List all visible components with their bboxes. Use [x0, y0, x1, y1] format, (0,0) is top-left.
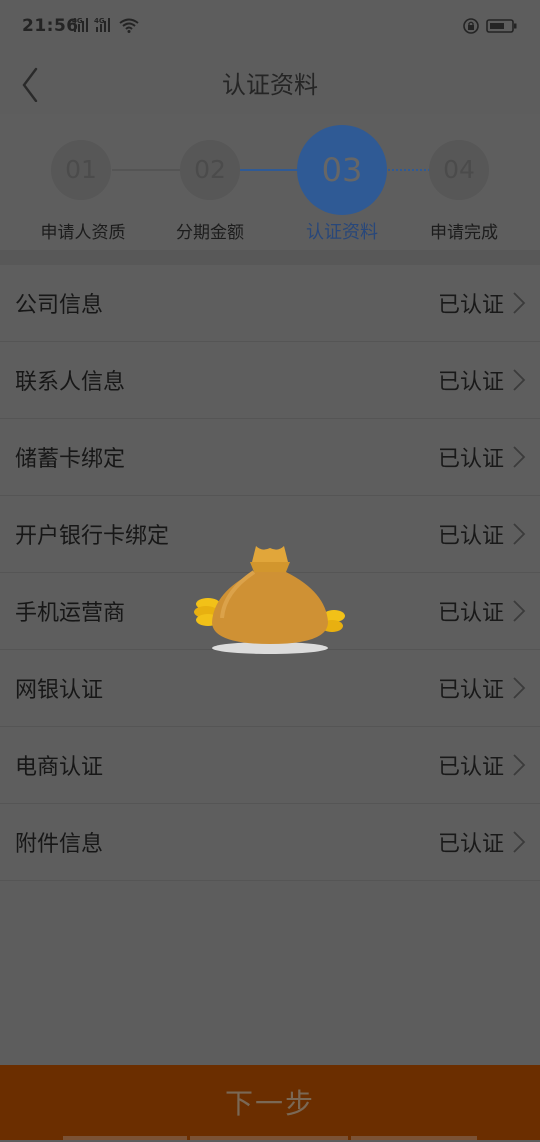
- step-1-number: 01: [65, 155, 97, 184]
- list-item-status: 已认证: [437, 832, 504, 857]
- list-item-label: 联系人信息: [15, 370, 126, 395]
- list-item-company-info[interactable]: 公司信息 已认证: [0, 265, 540, 342]
- chevron-right-icon: [513, 446, 526, 468]
- section-divider: [0, 250, 540, 265]
- list-item-label: 电商认证: [15, 755, 104, 780]
- list-item-status: 已认证: [437, 293, 504, 318]
- progress-stepper: 01 02 03 04 申请人资质 分期金额 认证资料 申请完成: [0, 114, 540, 250]
- nav-indicator: [63, 1136, 187, 1140]
- step-2-circle: 02: [180, 140, 240, 200]
- list-item-label: 附件信息: [15, 832, 104, 857]
- step-3-label: 认证资料: [306, 222, 378, 243]
- money-bag-icon: [194, 546, 345, 654]
- list-item-label: 公司信息: [15, 293, 104, 318]
- list-item-label: 网银认证: [15, 678, 104, 703]
- network-type-2: 4G: [94, 17, 105, 25]
- list-item-status: 已认证: [437, 601, 504, 626]
- list-item-status: 已认证: [437, 370, 504, 395]
- list-item-ecommerce[interactable]: 电商认证 已认证: [0, 727, 540, 804]
- next-step-label: 下一步: [224, 1087, 315, 1120]
- page-title: 认证资料: [222, 71, 318, 99]
- step-3-number: 03: [321, 151, 363, 189]
- chevron-right-icon: [513, 831, 526, 853]
- chevron-right-icon: [513, 754, 526, 776]
- lock-icon: [463, 18, 479, 34]
- step-connector: [240, 169, 300, 171]
- nav-bar: 认证资料: [0, 52, 540, 115]
- list-item-online-banking[interactable]: 网银认证 已认证: [0, 650, 540, 727]
- status-time: 21:56: [22, 16, 79, 36]
- next-step-button[interactable]: 下一步: [0, 1065, 540, 1140]
- list-item-label: 手机运营商: [15, 601, 126, 626]
- network-type-1: 4G: [72, 17, 83, 25]
- chevron-right-icon: [513, 600, 526, 622]
- step-2-label: 分期金额: [176, 223, 244, 243]
- signal-icon-2: 4G: [94, 17, 110, 32]
- step-2-number: 02: [194, 155, 226, 184]
- step-1-circle: 01: [51, 140, 111, 200]
- step-connector: [112, 169, 180, 171]
- list-item-status: 已认证: [437, 678, 504, 703]
- step-1-label: 申请人资质: [40, 223, 126, 243]
- nav-indicator: [190, 1136, 348, 1140]
- list-item-label: 开户银行卡绑定: [15, 524, 170, 549]
- signal-icon: 4G: [72, 17, 88, 32]
- list-item-status: 已认证: [437, 755, 504, 780]
- list-item-attachments[interactable]: 附件信息 已认证: [0, 804, 540, 881]
- list-item-status: 已认证: [437, 524, 504, 549]
- list-item-status: 已认证: [437, 447, 504, 472]
- step-connector: [384, 169, 430, 171]
- wifi-icon: [119, 18, 139, 33]
- chevron-right-icon: [513, 369, 526, 391]
- step-4-label: 申请完成: [430, 223, 498, 243]
- battery-icon: [486, 19, 517, 33]
- list-item-label: 储蓄卡绑定: [15, 447, 126, 472]
- step-3-circle: 03: [297, 125, 387, 215]
- list-item-contact-info[interactable]: 联系人信息 已认证: [0, 342, 540, 419]
- chevron-right-icon: [513, 677, 526, 699]
- list-item-debit-card[interactable]: 储蓄卡绑定 已认证: [0, 419, 540, 496]
- step-4-circle: 04: [429, 140, 489, 200]
- chevron-right-icon: [513, 292, 526, 314]
- status-bar: 21:56 4G 4G: [0, 0, 540, 52]
- chevron-right-icon: [513, 523, 526, 545]
- step-4-number: 04: [443, 155, 475, 184]
- nav-indicator: [351, 1136, 477, 1140]
